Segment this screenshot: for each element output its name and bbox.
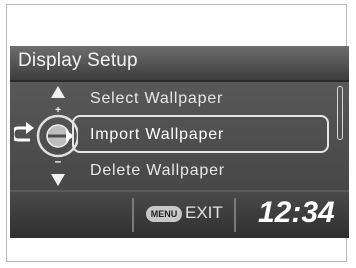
menu-list: + – Select Wallpaper Import Wallpaper De…	[10, 82, 349, 190]
menu-item-select-wallpaper[interactable]: Select Wallpaper	[90, 90, 223, 108]
footer-divider	[234, 198, 236, 232]
menu-item-import-wallpaper[interactable]: Import Wallpaper	[90, 126, 224, 144]
title-bar: Display Setup	[10, 46, 349, 82]
exit-label[interactable]: EXIT	[185, 203, 223, 223]
display-screen: Display Setup + – Select Wallpaper Impor…	[10, 46, 349, 238]
back-arrow-icon[interactable]	[14, 122, 34, 142]
menu-button[interactable]: MENU	[146, 206, 182, 222]
clock: 12:34	[258, 196, 335, 229]
footer-divider	[132, 198, 134, 232]
dial-icon[interactable]: + –	[14, 82, 78, 190]
svg-text:+: +	[55, 105, 61, 116]
footer-bar: MENU EXIT 12:34	[10, 192, 349, 238]
page-title: Display Setup	[18, 50, 138, 71]
down-arrow-icon[interactable]	[51, 174, 65, 186]
svg-text:–: –	[55, 154, 62, 168]
up-arrow-icon[interactable]	[51, 86, 65, 98]
menu-item-delete-wallpaper[interactable]: Delete Wallpaper	[90, 162, 225, 180]
scrollbar[interactable]	[337, 86, 343, 140]
